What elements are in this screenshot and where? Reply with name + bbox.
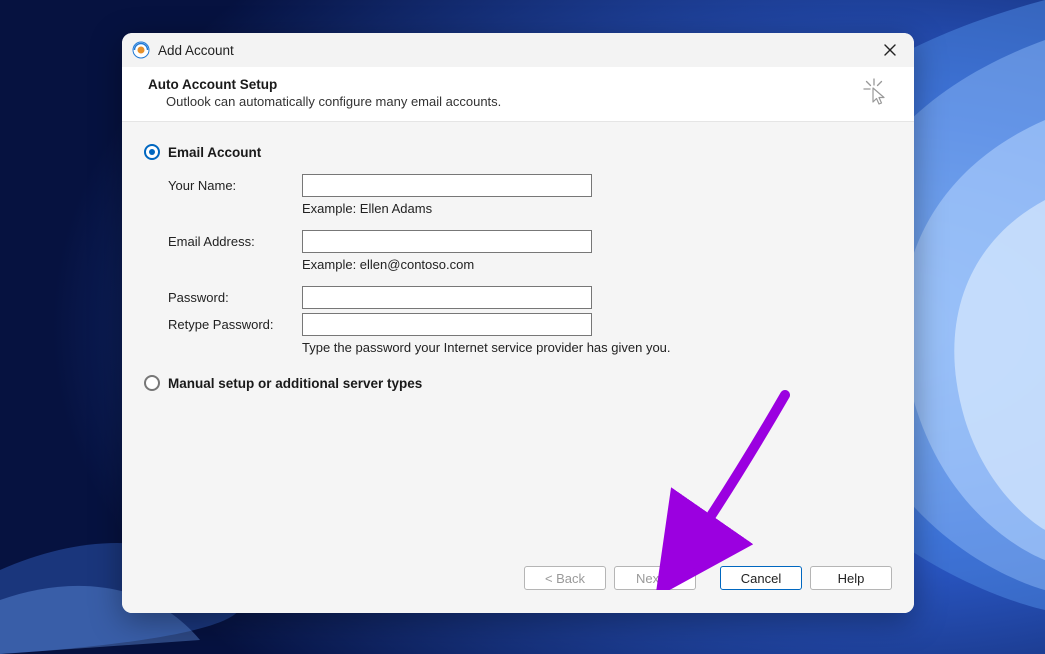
name-input[interactable] xyxy=(302,174,592,197)
next-button-label: Next > xyxy=(636,571,674,586)
radio-icon xyxy=(144,375,160,391)
name-hint: Example: Ellen Adams xyxy=(302,201,892,216)
help-button-label: Help xyxy=(838,571,865,586)
radio-manual-setup[interactable]: Manual setup or additional server types xyxy=(144,375,892,391)
back-button[interactable]: < Back xyxy=(524,566,606,590)
outlook-icon xyxy=(132,41,150,59)
add-account-dialog: Add Account Auto Account Setup Outlook c… xyxy=(122,33,914,613)
password-label: Password: xyxy=(168,290,302,305)
header-title: Auto Account Setup xyxy=(148,77,888,92)
radio-label-email: Email Account xyxy=(168,145,261,160)
name-label: Your Name: xyxy=(168,178,302,193)
radio-icon xyxy=(144,144,160,160)
email-label: Email Address: xyxy=(168,234,302,249)
email-hint: Example: ellen@contoso.com xyxy=(302,257,892,272)
close-icon xyxy=(884,44,896,56)
retype-label: Retype Password: xyxy=(168,317,302,332)
content-area: Email Account Your Name: Example: Ellen … xyxy=(122,122,914,561)
header-section: Auto Account Setup Outlook can automatic… xyxy=(122,67,914,122)
form-grid: Your Name: Example: Ellen Adams Email Ad… xyxy=(168,174,892,355)
password-input[interactable] xyxy=(302,286,592,309)
help-button[interactable]: Help xyxy=(810,566,892,590)
radio-email-account[interactable]: Email Account xyxy=(144,144,892,160)
titlebar-title: Add Account xyxy=(158,43,878,58)
close-button[interactable] xyxy=(878,38,902,62)
cancel-button-label: Cancel xyxy=(741,571,781,586)
header-subtitle: Outlook can automatically configure many… xyxy=(166,94,888,109)
titlebar: Add Account xyxy=(122,33,914,67)
radio-label-manual: Manual setup or additional server types xyxy=(168,376,422,391)
footer: < Back Next > Cancel Help xyxy=(122,561,914,613)
email-input[interactable] xyxy=(302,230,592,253)
cancel-button[interactable]: Cancel xyxy=(720,566,802,590)
back-button-label: < Back xyxy=(545,571,585,586)
retype-password-input[interactable] xyxy=(302,313,592,336)
next-button[interactable]: Next > xyxy=(614,566,696,590)
cursor-click-icon xyxy=(862,77,892,107)
password-hint: Type the password your Internet service … xyxy=(302,340,892,355)
